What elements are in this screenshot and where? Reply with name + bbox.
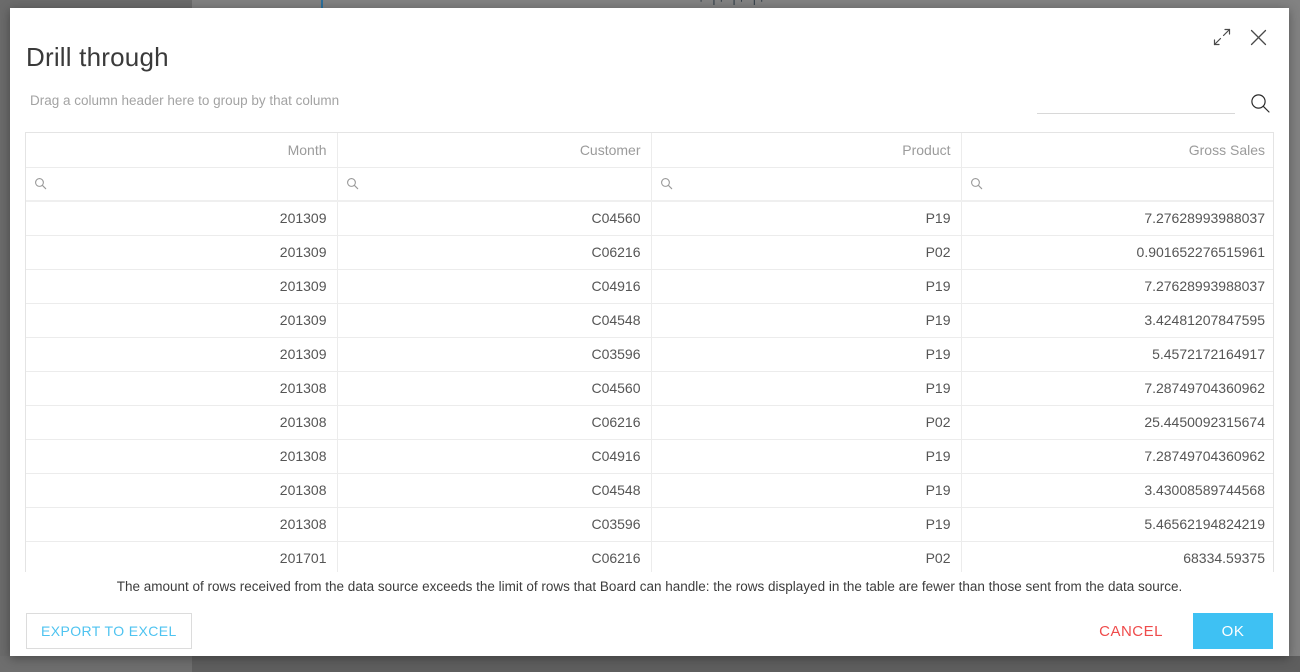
data-table: Month Customer Product Gross Sales 20130… (26, 133, 1273, 572)
row-limit-warning: The amount of rows received from the dat… (116, 579, 1183, 594)
table-cell-month[interactable]: 201309 (26, 269, 338, 304)
table-cell-customer[interactable]: C06216 (337, 405, 652, 440)
table-body: 201309 C04560 P19 7.27628993988037 201309 C06… (26, 201, 1273, 572)
table-cell-customer[interactable]: C06216 (337, 235, 652, 270)
background-clipped-text: ⌐ | ⌐ | ⌐ | ⌐ (700, 0, 1100, 5)
drill-through-grid[interactable]: Month Customer Product Gross Sales 20130… (25, 132, 1274, 572)
table-row[interactable]: 201308 C04560 P19 7.28749704360962 (26, 371, 1273, 406)
table-cell-month[interactable]: 201309 (26, 337, 338, 372)
table-cell-product[interactable]: P02 (651, 405, 962, 440)
table-cell-customer[interactable]: C06216 (337, 541, 652, 572)
table-cell-customer[interactable]: C04916 (337, 439, 652, 474)
search-icon[interactable] (1247, 90, 1273, 116)
filter-cell-customer[interactable] (337, 167, 652, 202)
close-icon[interactable] (1245, 24, 1271, 50)
group-by-dropzone-hint[interactable]: Drag a column header here to group by th… (30, 93, 339, 108)
table-cell-month[interactable]: 201309 (26, 201, 338, 236)
table-cell-gross[interactable]: 25.4450092315674 (961, 405, 1273, 440)
global-search (1037, 90, 1273, 114)
search-icon (346, 177, 359, 190)
table-row[interactable]: 201308 C04916 P19 7.28749704360962 (26, 439, 1273, 474)
table-cell-gross[interactable]: 7.27628993988037 (961, 201, 1273, 236)
table-row[interactable]: 201701 C06216 P02 68334.59375 (26, 541, 1273, 572)
table-cell-month[interactable]: 201701 (26, 541, 338, 572)
table-cell-gross[interactable]: 0.901652276515961 (961, 235, 1273, 270)
table-row[interactable]: 201309 C06216 P02 0.901652276515961 (26, 235, 1273, 270)
drill-through-dialog: Drill through Drag a column header here … (10, 8, 1289, 656)
header-row: Month Customer Product Gross Sales (26, 133, 1273, 168)
backdrop-lower-right (192, 656, 1300, 672)
table-cell-month[interactable]: 201308 (26, 405, 338, 440)
dialog-footer: EXPORT TO EXCEL CANCEL OK (10, 606, 1289, 656)
table-cell-month[interactable]: 201309 (26, 235, 338, 270)
table-cell-product[interactable]: P19 (651, 439, 962, 474)
table-cell-product[interactable]: P19 (651, 507, 962, 542)
filter-cell-gross-sales[interactable] (961, 167, 1273, 202)
search-icon (970, 177, 983, 190)
table-row[interactable]: 201309 C04548 P19 3.42481207847595 (26, 303, 1273, 338)
column-header-product[interactable]: Product (651, 133, 962, 168)
table-cell-product[interactable]: P19 (651, 371, 962, 406)
table-cell-month[interactable]: 201308 (26, 371, 338, 406)
table-cell-gross[interactable]: 7.27628993988037 (961, 269, 1273, 304)
filter-cell-product[interactable] (651, 167, 962, 202)
table-cell-product[interactable]: P19 (651, 303, 962, 338)
ok-button[interactable]: OK (1193, 613, 1273, 649)
table-cell-gross[interactable]: 5.46562194824219 (961, 507, 1273, 542)
filter-cell-month[interactable] (26, 167, 338, 202)
table-cell-month[interactable]: 201308 (26, 507, 338, 542)
table-cell-month[interactable]: 201308 (26, 473, 338, 508)
table-row[interactable]: 201308 C04548 P19 3.43008589744568 (26, 473, 1273, 508)
table-cell-customer[interactable]: C04560 (337, 201, 652, 236)
table-cell-product[interactable]: P02 (651, 235, 962, 270)
table-cell-customer[interactable]: C03596 (337, 507, 652, 542)
column-filter-row (26, 167, 1273, 202)
table-cell-month[interactable]: 201309 (26, 303, 338, 338)
table-cell-gross[interactable]: 3.42481207847595 (961, 303, 1273, 338)
table-cell-product[interactable]: P19 (651, 473, 962, 508)
table-cell-product[interactable]: P19 (651, 269, 962, 304)
column-header-gross-sales[interactable]: Gross Sales (961, 133, 1273, 168)
expand-diagonal-icon[interactable] (1209, 24, 1235, 50)
table-cell-month[interactable]: 201308 (26, 439, 338, 474)
dialog-window-controls (1209, 24, 1271, 50)
table-row[interactable]: 201309 C04916 P19 7.27628993988037 (26, 269, 1273, 304)
page-title: Drill through (26, 42, 169, 72)
table-row[interactable]: 201309 C04560 P19 7.27628993988037 (26, 201, 1273, 236)
search-input[interactable] (1037, 92, 1235, 114)
column-header-customer[interactable]: Customer (337, 133, 652, 168)
table-cell-customer[interactable]: C03596 (337, 337, 652, 372)
cancel-button[interactable]: CANCEL (1089, 615, 1173, 648)
table-cell-customer[interactable]: C04548 (337, 473, 652, 508)
table-cell-gross[interactable]: 3.43008589744568 (961, 473, 1273, 508)
table-row[interactable]: 201309 C03596 P19 5.4572172164917 (26, 337, 1273, 372)
table-cell-gross[interactable]: 7.28749704360962 (961, 371, 1273, 406)
column-header-month[interactable]: Month (26, 133, 338, 168)
backdrop-lower-left (0, 656, 192, 672)
table-cell-product[interactable]: P19 (651, 201, 962, 236)
export-to-excel-button[interactable]: EXPORT TO EXCEL (26, 613, 192, 649)
table-cell-product[interactable]: P02 (651, 541, 962, 572)
table-row[interactable]: 201308 C03596 P19 5.46562194824219 (26, 507, 1273, 542)
search-icon (660, 177, 673, 190)
table-header: Month Customer Product Gross Sales (26, 133, 1273, 202)
footer-actions: CANCEL OK (1089, 613, 1273, 649)
table-cell-gross[interactable]: 5.4572172164917 (961, 337, 1273, 372)
table-row[interactable]: 201308 C06216 P02 25.4450092315674 (26, 405, 1273, 440)
table-cell-gross[interactable]: 68334.59375 (961, 541, 1273, 572)
table-cell-gross[interactable]: 7.28749704360962 (961, 439, 1273, 474)
table-cell-customer[interactable]: C04548 (337, 303, 652, 338)
table-cell-customer[interactable]: C04916 (337, 269, 652, 304)
table-cell-product[interactable]: P19 (651, 337, 962, 372)
search-icon (34, 177, 47, 190)
table-cell-customer[interactable]: C04560 (337, 371, 652, 406)
